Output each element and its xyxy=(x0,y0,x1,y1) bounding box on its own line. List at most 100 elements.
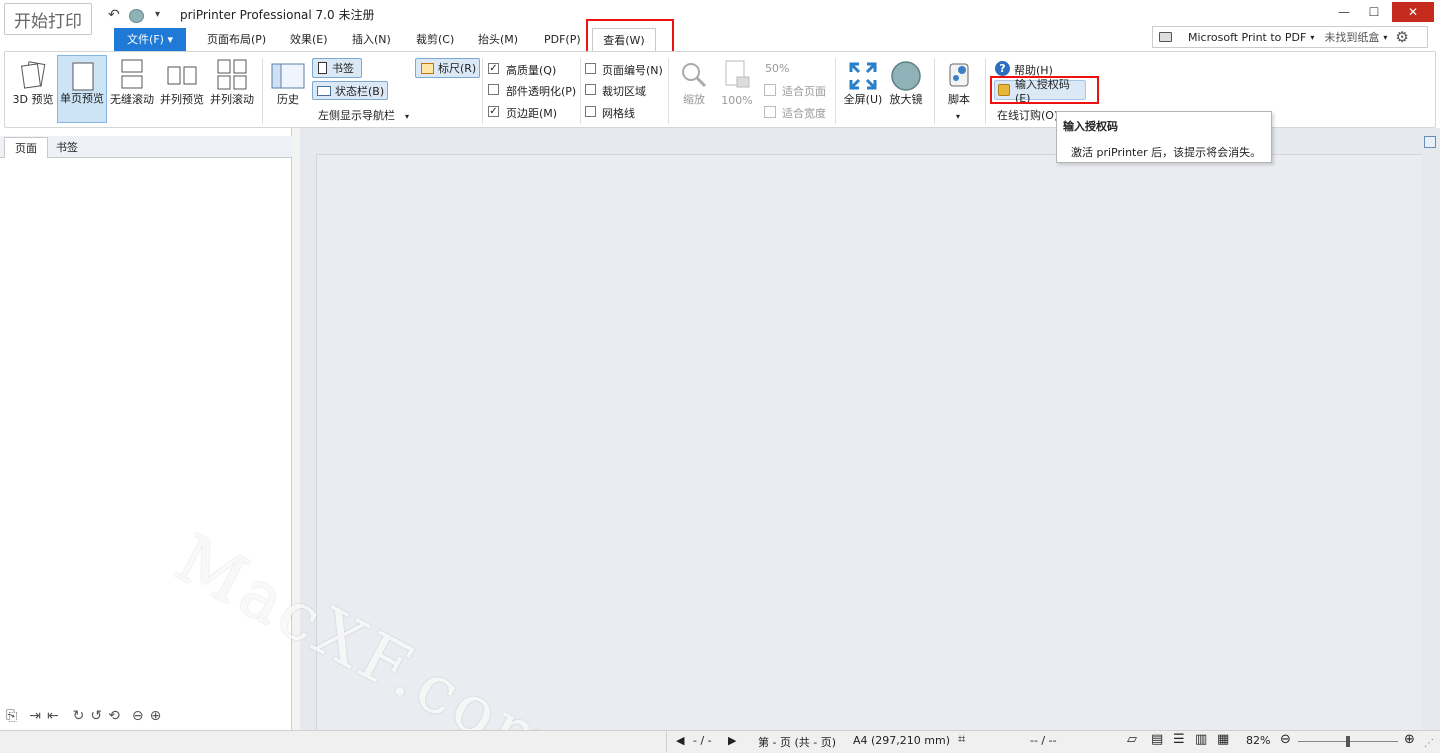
paper-tray: 未找到纸盒 xyxy=(1324,31,1380,44)
side-by-side-icon xyxy=(167,66,197,85)
3d-preview-button[interactable]: 3D 预览 xyxy=(10,55,56,123)
resize-grip-icon[interactable]: ⋰ xyxy=(1424,738,1434,749)
status-divider xyxy=(666,731,667,752)
zoom-100-button[interactable]: 100% xyxy=(718,55,756,123)
crop-area-checkbox[interactable] xyxy=(585,84,596,95)
tab-crop[interactable]: 裁剪(C) xyxy=(414,28,456,51)
tab-header[interactable]: 抬头(M) xyxy=(476,28,520,51)
margins-checkbox[interactable]: ✓ xyxy=(488,106,499,117)
maximize-button[interactable]: ☐ xyxy=(1360,2,1388,22)
view-side-icon[interactable]: ▥ xyxy=(1195,732,1207,747)
start-print-button[interactable]: 开始打印 xyxy=(4,3,92,35)
fit-width-button[interactable]: 适合宽度 xyxy=(782,105,826,121)
zoom-50-button[interactable]: 50% xyxy=(765,62,789,75)
fit-page-button[interactable]: 适合页面 xyxy=(782,83,826,99)
tooltip-body: 激活 priPrinter 后，该提示将会消失。 xyxy=(1071,146,1262,159)
zoom-level: 82% xyxy=(1246,734,1271,747)
export-page-icon[interactable]: ⇤ xyxy=(47,708,59,724)
ruler-toggle[interactable]: 标尺(R) xyxy=(415,58,480,78)
side-scroll-button[interactable]: 并列滚动 xyxy=(208,55,256,123)
chevron-down-icon: ▾ xyxy=(405,112,410,121)
bookmarks-toggle[interactable]: 书签 xyxy=(312,58,362,78)
ruler-label: 标尺(R) xyxy=(438,62,477,75)
view-scroll-icon[interactable]: ☰ xyxy=(1173,732,1185,747)
view-side-scroll-icon[interactable]: ▦ xyxy=(1217,732,1229,747)
page-numbers-checkbox[interactable] xyxy=(585,63,596,74)
tab-bookmarks[interactable]: 书签 xyxy=(46,137,88,158)
import-page-icon[interactable]: ⇥ xyxy=(29,708,41,724)
side-by-side-button[interactable]: 并列预览 xyxy=(158,55,206,123)
tab-pages[interactable]: 页面 xyxy=(4,137,48,158)
ribbon-separator xyxy=(580,58,581,124)
bookmark-icon xyxy=(318,62,327,74)
panel-splitter[interactable] xyxy=(292,128,300,730)
undo-icon[interactable]: ↶ xyxy=(108,7,120,23)
rotate-right-icon[interactable]: ↻ xyxy=(73,708,85,724)
add-page-icon[interactable]: ⎘ xyxy=(6,708,17,724)
tab-page-layout[interactable]: 页面布局(P) xyxy=(205,28,268,51)
fullscreen-label: 全屏(U) xyxy=(843,93,883,106)
tab-file[interactable]: 文件(F) ▾ xyxy=(114,28,186,51)
app-title: priPrinter Professional 7.0 未注册 xyxy=(180,8,375,22)
gear-icon[interactable]: ⚙ xyxy=(1395,28,1408,46)
crop-cursor-icon[interactable]: ⌗ xyxy=(958,732,965,747)
fit-page-icon xyxy=(764,84,776,96)
magnifier-button[interactable]: 放大镜 xyxy=(886,55,926,123)
statusbar-icon xyxy=(317,85,331,96)
minimize-button[interactable]: — xyxy=(1330,2,1358,22)
left-nav-label: 左侧显示导航栏 xyxy=(318,109,395,122)
high-quality-checkbox[interactable]: ✓ xyxy=(488,63,499,74)
zoom-button[interactable]: 缩放 xyxy=(676,55,712,123)
3d-pages-icon xyxy=(20,61,46,89)
chevron-down-icon: ▾ xyxy=(1310,32,1315,42)
single-page-icon xyxy=(72,62,94,91)
seamless-scroll-button[interactable]: 无缝滚动 xyxy=(108,55,156,123)
zoom-100-label: 100% xyxy=(721,94,753,107)
rotate-left-icon[interactable]: ↺ xyxy=(90,708,102,724)
navigation-panel xyxy=(0,128,292,730)
cursor-coords: -- / -- xyxy=(1030,734,1057,747)
view-3d-icon[interactable]: ▱ xyxy=(1127,732,1137,747)
page-numbers-label: 页面编号(N) xyxy=(602,64,663,77)
3d-preview-label: 3D 预览 xyxy=(12,93,54,106)
left-nav-dropdown[interactable]: 左侧显示导航栏 ▾ xyxy=(318,107,409,123)
zoom-label: 缩放 xyxy=(683,93,705,106)
history-label: 历史 xyxy=(277,93,299,106)
next-page-icon[interactable]: ▶ xyxy=(728,734,736,747)
grid-checkbox[interactable] xyxy=(585,106,596,117)
magnifier-label: 放大镜 xyxy=(889,93,923,106)
part-transparency-checkbox[interactable] xyxy=(488,84,499,95)
printer-selector[interactable]: Microsoft Print to PDF ▾ 未找到纸盒 ▾ ⚙ xyxy=(1152,26,1428,48)
zoom-100-icon xyxy=(725,60,750,88)
statusbar-toggle[interactable]: 状态栏(B) xyxy=(312,81,388,100)
panel-toggle-icon[interactable] xyxy=(1424,136,1436,148)
page-nav-indicator: - / - xyxy=(693,734,712,747)
tab-pdf[interactable]: PDF(P) xyxy=(542,28,583,51)
help-icon: ? xyxy=(995,61,1010,76)
view-single-icon[interactable]: ▤ xyxy=(1151,732,1163,747)
zoom-slider-thumb[interactable] xyxy=(1346,736,1350,747)
magnifier-lens-icon xyxy=(891,61,921,91)
zoom-magnifier-icon xyxy=(682,63,707,88)
prev-page-icon[interactable]: ◀ xyxy=(676,734,684,747)
fullscreen-button[interactable]: 全屏(U) xyxy=(842,55,884,123)
chevron-down-icon[interactable]: ▾ xyxy=(956,112,960,121)
ribbon-separator xyxy=(482,58,483,124)
chevron-down-icon: ▾ xyxy=(1383,32,1388,42)
tab-insert[interactable]: 插入(N) xyxy=(350,28,393,51)
customize-qat-icon[interactable]: ▾ xyxy=(155,9,160,20)
printer-name: Microsoft Print to PDF xyxy=(1188,30,1307,44)
script-label: 脚本 xyxy=(948,93,970,106)
online-order-button[interactable]: 在线订购(O) xyxy=(997,107,1058,123)
single-page-button[interactable]: 单页预览 xyxy=(57,55,107,123)
bookmarks-label: 书签 xyxy=(332,62,354,75)
tab-effects[interactable]: 效果(E) xyxy=(288,28,330,51)
zoom-out-button[interactable]: ⊖ xyxy=(1280,732,1291,747)
history-button[interactable]: 历史 xyxy=(268,55,308,123)
close-button[interactable]: ✕ xyxy=(1392,2,1434,22)
zoom-in-button[interactable]: ⊕ xyxy=(1404,732,1415,747)
magnifier-quick-icon[interactable] xyxy=(129,9,144,23)
zoom-in-icon[interactable]: ⊕ xyxy=(150,708,162,724)
rotate-both-icon[interactable]: ⟲ xyxy=(108,708,120,724)
zoom-out-icon[interactable]: ⊖ xyxy=(132,708,144,724)
